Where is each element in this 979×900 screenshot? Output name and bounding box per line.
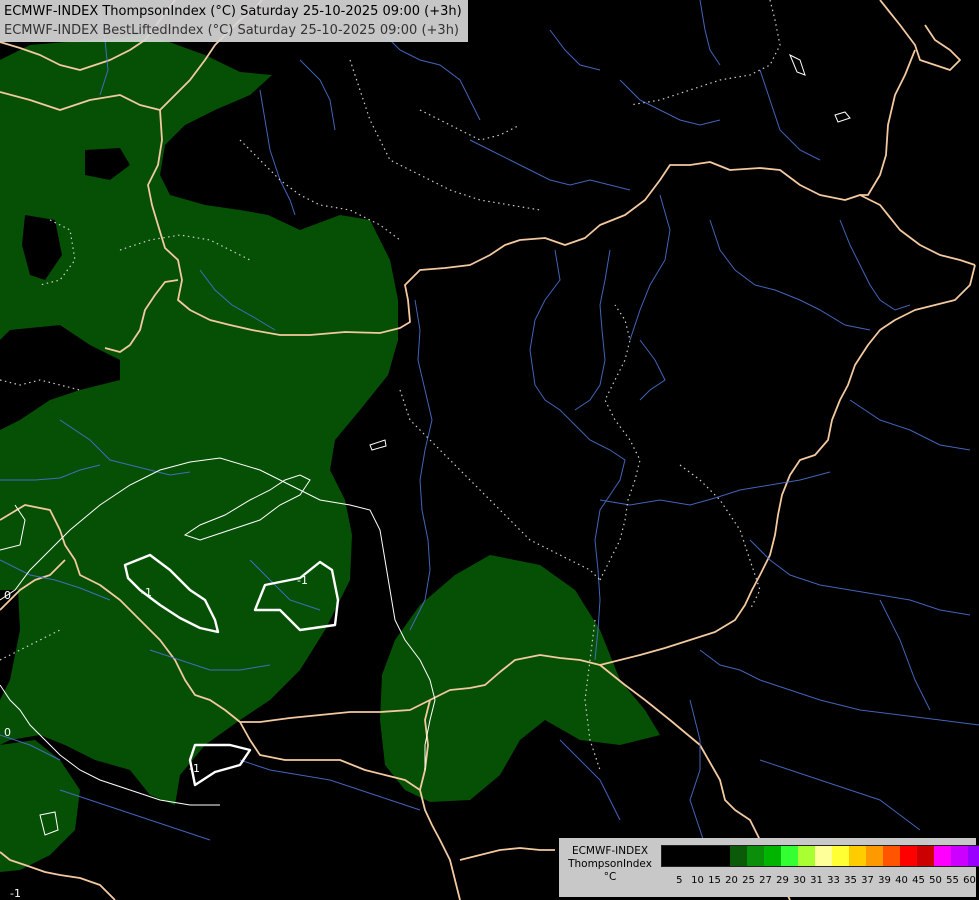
- legend-tick: 40: [895, 875, 908, 886]
- legend-tick: 37: [861, 875, 874, 886]
- legend-tick: 55: [946, 875, 959, 886]
- legend-tick: 20: [725, 875, 738, 886]
- legend-swatch: [968, 846, 979, 866]
- legend-swatch: [866, 846, 883, 866]
- legend-swatch: [883, 846, 900, 866]
- legend-tick: 30: [793, 875, 806, 886]
- legend-swatch: [798, 846, 815, 866]
- legend-tick: 33: [827, 875, 840, 886]
- legend-model: ECMWF-INDEX: [571, 845, 649, 857]
- legend-tick: 60: [963, 875, 976, 886]
- legend-swatch: [696, 846, 713, 866]
- legend-swatch: [934, 846, 951, 866]
- legend-swatch: [917, 846, 934, 866]
- contour-label: -1: [189, 762, 200, 775]
- legend-swatch: [832, 846, 849, 866]
- legend-tick: 15: [708, 875, 721, 886]
- contour-label: -1: [297, 574, 308, 587]
- contour-label: -1: [10, 887, 21, 900]
- legend-swatch: [781, 846, 798, 866]
- legend-swatch: [747, 846, 764, 866]
- legend-tick: 31: [810, 875, 823, 886]
- legend-unit: °C: [603, 871, 617, 883]
- weather-map: -1 -1 -1 0 0 -1: [0, 0, 979, 900]
- legend-tick: 29: [776, 875, 789, 886]
- legend-tick: 25: [742, 875, 755, 886]
- legend-swatch: [662, 846, 679, 866]
- legend-swatch: [713, 846, 730, 866]
- legend-swatch: [900, 846, 917, 866]
- legend-label: ECMWF-INDEX ThompsonIndex °C: [561, 845, 659, 884]
- legend-tick: 50: [929, 875, 942, 886]
- contour-label: 0: [4, 589, 11, 602]
- legend-tick: 35: [844, 875, 857, 886]
- title-best-lifted-index: ECMWF-INDEX BestLiftedIndex (°C) Saturda…: [4, 23, 459, 38]
- legend-swatch: [815, 846, 832, 866]
- legend-color-scale: [661, 845, 979, 867]
- contour-label: 0: [4, 726, 11, 739]
- legend-swatch: [849, 846, 866, 866]
- legend-tick: 27: [759, 875, 772, 886]
- legend-swatch: [951, 846, 968, 866]
- color-legend: ECMWF-INDEX ThompsonIndex °C 5 10 15 20 25 27…: [559, 838, 979, 897]
- legend-swatch: [730, 846, 747, 866]
- map-title: ECMWF-INDEX ThompsonIndex (°C) Saturday …: [0, 0, 468, 42]
- legend-tick: 39: [878, 875, 891, 886]
- legend-swatch: [679, 846, 696, 866]
- legend-tick-labels: 5 10 15 20 25 27 29 30 31 33 35 37 39 40 45 50 55 60: [661, 875, 976, 889]
- legend-tick: 45: [912, 875, 925, 886]
- legend-tick: 10: [691, 875, 704, 886]
- title-thompson-index: ECMWF-INDEX ThompsonIndex (°C) Saturday …: [4, 4, 462, 19]
- contour-label: -1: [141, 586, 152, 599]
- legend-swatch: [764, 846, 781, 866]
- legend-tick: 5: [676, 875, 683, 886]
- legend-parameter: ThompsonIndex: [568, 858, 652, 870]
